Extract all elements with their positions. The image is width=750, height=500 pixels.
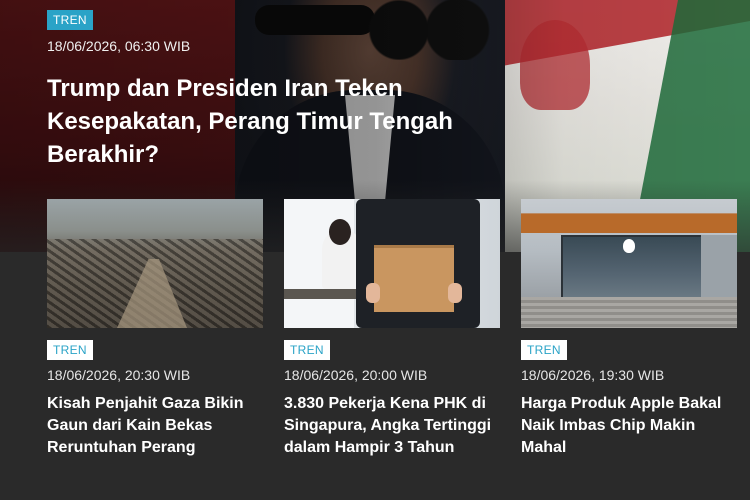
- article-card[interactable]: TREN 18/06/2026, 20:30 WIB Kisah Penjahi…: [47, 199, 263, 456]
- hero-headline[interactable]: Trump dan Presiden Iran Teken Kesepakata…: [47, 72, 477, 171]
- article-thumbnail[interactable]: [521, 199, 737, 328]
- article-thumbnail[interactable]: [47, 199, 263, 328]
- article-date: 18/06/2026, 20:30 WIB: [47, 367, 191, 383]
- hero-date: 18/06/2026, 06:30 WIB: [47, 38, 191, 54]
- article-headline[interactable]: Harga Produk Apple Bakal Naik Imbas Chip…: [521, 393, 737, 459]
- article-headline[interactable]: Kisah Penjahit Gaza Bikin Gaun dari Kain…: [47, 393, 263, 459]
- article-card-list: TREN 18/06/2026, 20:30 WIB Kisah Penjahi…: [47, 199, 737, 489]
- article-card[interactable]: TREN 18/06/2026, 20:00 WIB 3.830 Pekerja…: [284, 199, 500, 456]
- article-headline[interactable]: 3.830 Pekerja Kena PHK di Singapura, Ang…: [284, 393, 500, 459]
- hero-category-tag[interactable]: TREN: [47, 10, 93, 30]
- category-tag[interactable]: TREN: [521, 340, 567, 360]
- apple-logo-icon: [623, 239, 635, 253]
- article-thumbnail[interactable]: [284, 199, 500, 328]
- category-tag[interactable]: TREN: [284, 340, 330, 360]
- category-tag[interactable]: TREN: [47, 340, 93, 360]
- article-card[interactable]: TREN 18/06/2026, 19:30 WIB Harga Produk …: [521, 199, 737, 456]
- article-date: 18/06/2026, 20:00 WIB: [284, 367, 428, 383]
- article-date: 18/06/2026, 19:30 WIB: [521, 367, 665, 383]
